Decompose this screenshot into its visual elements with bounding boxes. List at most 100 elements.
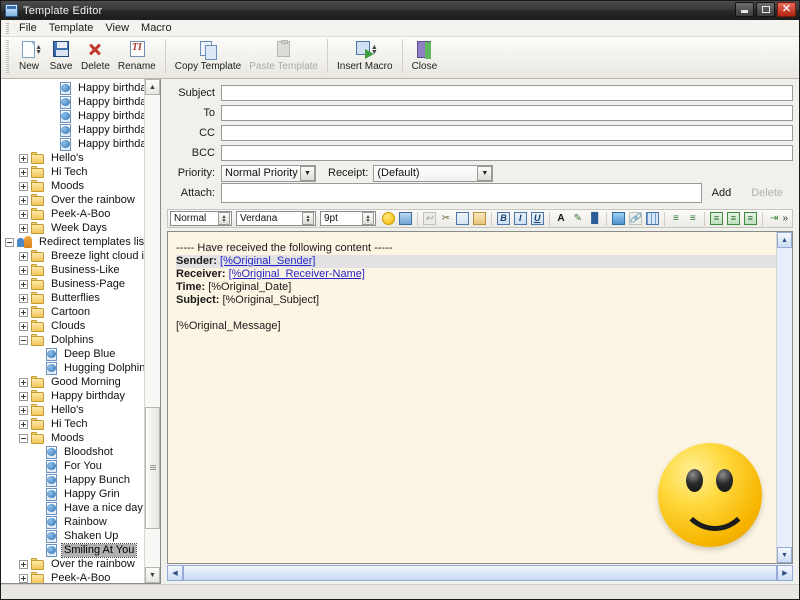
- tree-expand-toggle-icon[interactable]: [19, 559, 28, 569]
- tree-expand-toggle-icon[interactable]: [19, 377, 28, 387]
- attach-input[interactable]: [221, 183, 702, 203]
- tree-expand-toggle-icon[interactable]: [19, 307, 28, 317]
- tree-item[interactable]: Over the rainbow: [1, 193, 144, 207]
- tree-item[interactable]: Week Days: [1, 221, 144, 235]
- delete-button[interactable]: Delete: [77, 37, 114, 75]
- insert-table-icon[interactable]: [645, 211, 660, 227]
- tree-item[interactable]: Redirect templates list: [1, 235, 144, 249]
- tree-expand-toggle-icon[interactable]: [19, 405, 28, 415]
- menu-view[interactable]: View: [99, 21, 135, 35]
- tree-expand-toggle-icon[interactable]: [19, 573, 28, 583]
- tree-item[interactable]: For You: [1, 459, 144, 473]
- menu-macro[interactable]: Macro: [135, 21, 178, 35]
- restore-button[interactable]: [756, 2, 775, 17]
- tree-expand-toggle-icon[interactable]: [19, 251, 28, 261]
- tree-expand-toggle-icon[interactable]: [19, 153, 28, 163]
- size-spinner-icon[interactable]: ▲ ▼: [362, 212, 374, 225]
- tree-item[interactable]: Clouds: [1, 319, 144, 333]
- tree-expand-toggle-icon[interactable]: [19, 433, 28, 443]
- tree-expand-toggle-icon[interactable]: [19, 223, 28, 233]
- template-tree[interactable]: Happy birthday-1Happy birthday-2Happy bi…: [1, 79, 144, 583]
- tree-item[interactable]: Happy birthday-3: [1, 109, 144, 123]
- toolbar-overflow-button[interactable]: »: [783, 213, 791, 224]
- editor-scroll-track[interactable]: [777, 248, 792, 547]
- add-attachment-button[interactable]: Add: [702, 187, 742, 199]
- editor-hscroll-thumb[interactable]: [183, 565, 777, 581]
- close-button[interactable]: ✕: [777, 2, 796, 17]
- align-center-icon[interactable]: ≡: [726, 211, 741, 227]
- bold-icon[interactable]: B: [496, 211, 511, 227]
- tree-item[interactable]: Happy Bunch: [1, 473, 144, 487]
- highlighter-pen-icon[interactable]: ✎: [570, 211, 585, 227]
- cc-input[interactable]: [221, 125, 793, 141]
- tree-expand-toggle-icon[interactable]: [19, 209, 28, 219]
- editor-horizontal-scrollbar[interactable]: ◀ ▶: [167, 565, 793, 581]
- tree-item[interactable]: Happy birthday-5: [1, 137, 144, 151]
- tree-item[interactable]: Hi Tech: [1, 417, 144, 431]
- tree-item[interactable]: Dolphins: [1, 333, 144, 347]
- priority-select[interactable]: Normal Priority ▼: [221, 164, 316, 182]
- menu-file[interactable]: File: [13, 21, 43, 35]
- tree-expand-toggle-icon[interactable]: [19, 419, 28, 429]
- close-toolbar-button[interactable]: Close: [408, 37, 442, 75]
- cut-scissors-icon[interactable]: ✂: [439, 211, 454, 227]
- tree-item[interactable]: Hello's: [1, 151, 144, 165]
- tree-vertical-scrollbar[interactable]: ▲ ▼: [144, 79, 160, 583]
- scroll-right-arrow-icon[interactable]: ▶: [777, 565, 793, 581]
- tree-scroll-thumb[interactable]: [145, 406, 160, 530]
- scroll-up-arrow-icon[interactable]: ▲: [145, 79, 160, 95]
- align-right-icon[interactable]: ≡: [743, 211, 758, 227]
- tree-item[interactable]: Deep Blue: [1, 347, 144, 361]
- tree-item[interactable]: Business-Page: [1, 277, 144, 291]
- tree-expand-toggle-icon[interactable]: [19, 265, 28, 275]
- rename-button[interactable]: Rename: [114, 37, 160, 75]
- style-spinner-icon[interactable]: ▲ ▼: [218, 212, 230, 225]
- to-input[interactable]: [221, 105, 793, 121]
- tree-expand-toggle-icon[interactable]: [19, 195, 28, 205]
- tree-item[interactable]: Happy birthday-1: [1, 81, 144, 95]
- tree-item[interactable]: Have a nice day: [1, 501, 144, 515]
- tree-item[interactable]: Good Morning: [1, 375, 144, 389]
- paragraph-style-select[interactable]: Normal ▲ ▼: [170, 211, 232, 226]
- bcc-input[interactable]: [221, 145, 793, 161]
- tree-item[interactable]: Hi Tech: [1, 165, 144, 179]
- tree-item[interactable]: Happy birthday: [1, 389, 144, 403]
- tree-item[interactable]: Over the rainbow: [1, 557, 144, 571]
- tree-item[interactable]: Hugging Dolphins: [1, 361, 144, 375]
- subject-input[interactable]: [221, 85, 793, 101]
- tree-item[interactable]: Breeze light cloud is thin: [1, 249, 144, 263]
- tree-expand-toggle-icon[interactable]: [19, 335, 28, 345]
- tree-expand-toggle-icon[interactable]: [19, 181, 28, 191]
- tree-item[interactable]: Business-Like: [1, 263, 144, 277]
- emoticon-icon[interactable]: [381, 211, 396, 227]
- sender-value[interactable]: [%Original_Sender]: [220, 255, 315, 267]
- font-family-select[interactable]: Verdana ▲ ▼: [236, 211, 316, 226]
- minimize-button[interactable]: [735, 2, 754, 17]
- editor-hscroll-track[interactable]: [183, 565, 777, 581]
- tree-expand-toggle-icon[interactable]: [19, 321, 28, 331]
- underline-icon[interactable]: U: [530, 211, 545, 227]
- tree-item[interactable]: Rainbow: [1, 515, 144, 529]
- scroll-down-arrow-icon[interactable]: ▼: [145, 567, 160, 583]
- tree-expand-toggle-icon[interactable]: [5, 237, 14, 247]
- chevron-down-icon[interactable]: ▼: [300, 165, 315, 181]
- receiver-value[interactable]: [%Original_Receiver-Name]: [229, 268, 365, 280]
- bullet-list-icon[interactable]: ≡: [685, 211, 700, 227]
- editor-vertical-scrollbar[interactable]: ▲ ▼: [776, 232, 792, 563]
- tree-item[interactable]: Peek-A-Boo: [1, 571, 144, 583]
- tree-item[interactable]: Smiling At You: [1, 542, 144, 558]
- tree-item[interactable]: Happy Grin: [1, 487, 144, 501]
- numbered-list-icon[interactable]: ≡: [669, 211, 684, 227]
- paste-clipboard-icon[interactable]: [472, 211, 487, 227]
- tree-item[interactable]: Peek-A-Boo: [1, 207, 144, 221]
- font-color-icon[interactable]: A: [554, 211, 569, 227]
- tree-expand-toggle-icon[interactable]: [19, 391, 28, 401]
- tree-item[interactable]: Cartoon: [1, 305, 144, 319]
- editor-scroll-down-arrow-icon[interactable]: ▼: [777, 547, 792, 563]
- tree-scroll-track[interactable]: [145, 95, 160, 567]
- insert-macro-button[interactable]: ▲ ▼ Insert Macro: [333, 37, 397, 75]
- template-editor-body[interactable]: ----- Have received the following conten…: [168, 232, 776, 563]
- tree-item[interactable]: Moods: [1, 431, 144, 445]
- receipt-select[interactable]: (Default) ▼: [373, 164, 494, 182]
- insert-image-stamp-icon[interactable]: [398, 211, 413, 227]
